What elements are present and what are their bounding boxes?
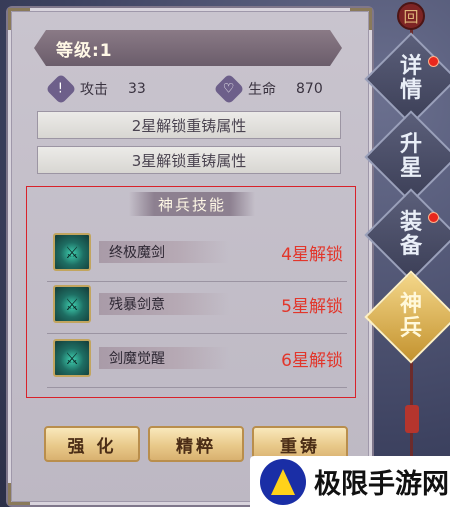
tab-divine-weapon[interactable]: 神 兵 bbox=[378, 284, 444, 350]
attack-value: 33 bbox=[128, 81, 146, 97]
skill-name: 终极魔剑 bbox=[99, 241, 229, 263]
skill-icon[interactable]: ⚔ bbox=[53, 233, 91, 271]
reforge-label: 2星解锁重铸属性 bbox=[131, 116, 247, 135]
reforge-slot-locked: 3星解锁重铸属性 bbox=[37, 146, 341, 174]
refine-button[interactable]: 精粹 bbox=[148, 426, 244, 462]
tassel-ornament bbox=[405, 405, 419, 433]
skill-unlock-requirement: 4星解锁 bbox=[281, 245, 343, 265]
watermark-text: 极限手游网 bbox=[314, 469, 449, 500]
skill-icon[interactable]: ⚔ bbox=[53, 285, 91, 323]
attack-label: 攻击 bbox=[80, 82, 108, 98]
skill-unlock-requirement: 6星解锁 bbox=[281, 351, 343, 371]
enhance-button[interactable]: 强 化 bbox=[44, 426, 140, 462]
tab-char: 备 bbox=[399, 234, 422, 259]
divider bbox=[47, 333, 347, 334]
tab-upgrade-star[interactable]: 升 星 bbox=[378, 124, 444, 190]
tab-char: 情 bbox=[399, 78, 422, 103]
skill-icon[interactable]: ⚔ bbox=[53, 339, 91, 377]
skill-row[interactable]: ⚔ 剑魔觉醒 6星解锁 bbox=[47, 337, 347, 388]
panel-corner-ornament bbox=[350, 8, 372, 30]
ornament-knob-icon: 回 bbox=[397, 2, 425, 30]
notification-dot bbox=[428, 212, 439, 223]
skill-row[interactable]: ⚔ 残暴剑意 5星解锁 bbox=[47, 283, 347, 334]
divider bbox=[47, 281, 347, 282]
tab-char: 兵 bbox=[399, 316, 422, 341]
tab-char: 装 bbox=[399, 210, 422, 235]
site-logo-icon bbox=[260, 458, 306, 505]
skill-unlock-requirement: 5星解锁 bbox=[281, 297, 343, 317]
level-label: 等级:1 bbox=[56, 40, 113, 61]
tab-char: 神 bbox=[399, 292, 422, 317]
hp-stat: ♡ 生命 870 bbox=[213, 73, 323, 105]
notification-dot bbox=[428, 56, 439, 67]
divider bbox=[47, 387, 347, 388]
weapon-skills-section: 神兵技能 ⚔ 终极魔剑 4星解锁 ⚔ 残暴剑意 5星解锁 ⚔ 剑魔觉醒 6星解锁 bbox=[26, 186, 356, 398]
level-banner: 等级:1 bbox=[34, 30, 342, 66]
watermark: 极限手游网 bbox=[250, 456, 450, 507]
reforge-slot-locked: 2星解锁重铸属性 bbox=[37, 111, 341, 139]
attack-stat: ! 攻击 33 bbox=[45, 73, 146, 105]
hp-label: 生命 bbox=[248, 82, 276, 98]
skill-name: 剑魔觉醒 bbox=[99, 347, 229, 369]
reforge-label: 3星解锁重铸属性 bbox=[131, 151, 247, 170]
tab-char: 详 bbox=[399, 54, 422, 79]
panel-corner-ornament bbox=[8, 483, 30, 505]
skill-name: 残暴剑意 bbox=[99, 293, 229, 315]
sword-icon: ! bbox=[45, 73, 77, 105]
tab-char: 星 bbox=[399, 156, 422, 181]
skill-row[interactable]: ⚔ 终极魔剑 4星解锁 bbox=[47, 231, 347, 282]
skills-title: 神兵技能 bbox=[129, 192, 255, 216]
heart-icon: ♡ bbox=[213, 73, 245, 105]
hp-value: 870 bbox=[296, 81, 323, 97]
panel-corner-ornament bbox=[8, 8, 30, 30]
tab-char: 升 bbox=[399, 132, 422, 157]
